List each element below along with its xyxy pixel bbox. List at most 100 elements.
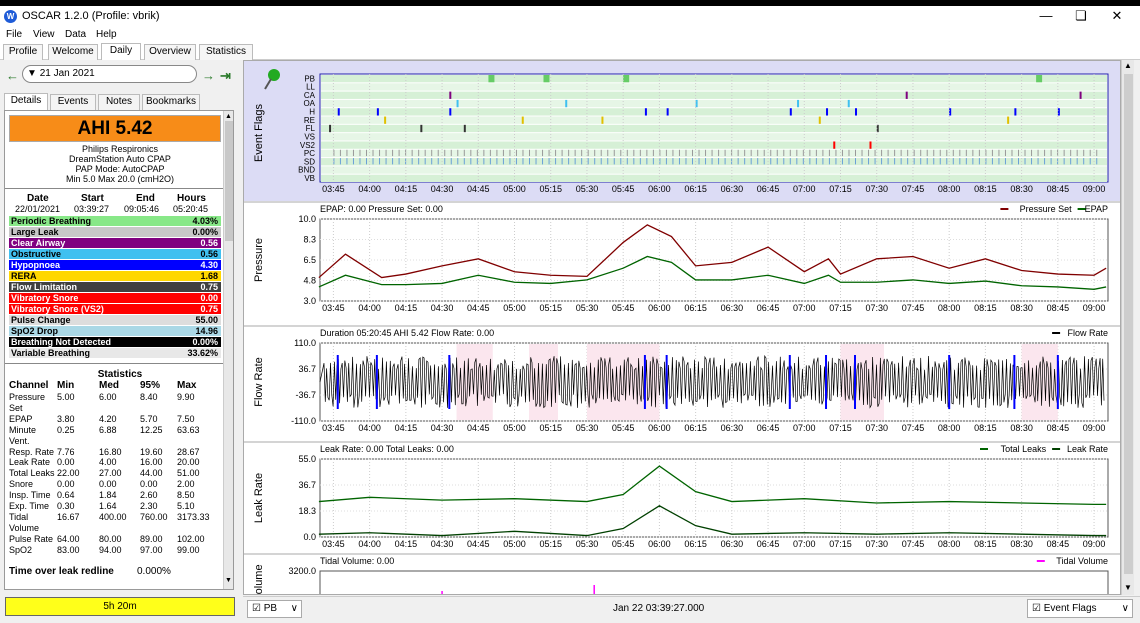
- flag-mark: [692, 158, 694, 165]
- time-tick-label: 05:15: [539, 303, 562, 313]
- flag-mark: [894, 149, 896, 157]
- event-value: 4.30: [200, 260, 218, 270]
- event-summary-row[interactable]: Flow Limitation 0.75: [9, 282, 221, 292]
- event-summary-row[interactable]: Periodic Breathing 4.03%: [9, 216, 221, 226]
- scroll-down-icon[interactable]: ▼: [1124, 583, 1132, 592]
- flag-mark: [1076, 149, 1078, 157]
- event-name: Vibratory Snore: [11, 293, 79, 303]
- flag-mark: [698, 149, 700, 157]
- session-header-hours: Hours: [177, 193, 206, 204]
- flag-mark: [385, 158, 387, 165]
- subtab-bookmarks[interactable]: Bookmarks: [142, 94, 200, 110]
- prev-day-icon[interactable]: ←: [6, 68, 19, 83]
- event-summary-row[interactable]: Vibratory Snore (VS2) 0.75: [9, 304, 221, 314]
- event-summary-row[interactable]: Pulse Change 55.00: [9, 315, 221, 325]
- stats-header-med: Med: [99, 380, 119, 391]
- flag-mark: [881, 149, 883, 157]
- y-tick-label: -110.0: [291, 416, 316, 426]
- tab-daily[interactable]: Daily: [101, 43, 141, 60]
- stats-cell-p95: 16.00: [140, 457, 163, 468]
- event-summary-row[interactable]: Obstructive 0.56: [9, 249, 221, 259]
- stats-cell-p95: 5.70: [140, 413, 158, 424]
- event-summary-row[interactable]: Clear Airway 0.56: [9, 238, 221, 248]
- tab-overview[interactable]: Overview: [144, 44, 196, 60]
- event-summary-row[interactable]: Breathing Not Detected 0.00%: [9, 337, 221, 347]
- minimize-button[interactable]: —: [1036, 8, 1056, 24]
- flag-mark: [555, 158, 557, 165]
- charts-svg[interactable]: PBLLCAOAHREFLVSVS2PCSDBNDVB03:45 04:00 04:…: [244, 61, 1121, 595]
- time-tick-label: 08:15: [974, 539, 997, 549]
- scroll-down-icon[interactable]: ▼: [225, 577, 232, 584]
- time-tick-label: 04:15: [395, 184, 418, 194]
- date-picker[interactable]: ▼ 21 Jan 2021: [22, 65, 197, 83]
- stats-cell-c: Set: [9, 402, 23, 413]
- event-name: Large Leak: [11, 227, 59, 237]
- stats-cell-max: 8.50: [177, 490, 195, 501]
- subtab-details[interactable]: Details: [4, 93, 48, 110]
- flag-mark: [418, 149, 420, 157]
- daily-charts[interactable]: PB LL CA OA H RE FL VS VS2 PC SD BND VB 03:45 04:00 04:…: [243, 60, 1121, 595]
- scroll-thumb[interactable]: [225, 121, 233, 241]
- flag-select[interactable]: ☑ PB ∨: [247, 600, 302, 618]
- y-tick-label: 4.8: [303, 276, 316, 286]
- close-button[interactable]: ✕: [1107, 8, 1127, 24]
- flag-mark: [1070, 158, 1072, 165]
- event-summary-row[interactable]: RERA 1.68: [9, 271, 221, 281]
- time-tick-label: 08:00: [938, 303, 961, 313]
- flag-mark: [776, 158, 778, 165]
- flag-mark: [1014, 108, 1017, 116]
- last-day-icon[interactable]: ⇥: [220, 68, 231, 84]
- time-tick-label: 05:45: [612, 184, 635, 194]
- time-tick-label: 07:15: [829, 303, 852, 313]
- event-summary-row[interactable]: Vibratory Snore 0.00: [9, 293, 221, 303]
- graph-select[interactable]: ☑ Event Flags ∨: [1027, 599, 1133, 618]
- flag-mark: [488, 75, 495, 83]
- flag-mark: [574, 158, 576, 165]
- stats-cell-p95: 97.00: [140, 544, 163, 555]
- flag-mark: [1011, 158, 1013, 165]
- scroll-up-icon[interactable]: ▲: [1124, 61, 1132, 70]
- event-summary-row[interactable]: Hypopnoea 4.30: [9, 260, 221, 270]
- flag-mark: [652, 149, 654, 157]
- flag-mark: [705, 158, 707, 165]
- time-tick-label: 08:45: [1047, 423, 1070, 433]
- details-scrollbar[interactable]: ▲ ▼: [223, 111, 233, 589]
- scroll-up-icon[interactable]: ▲: [225, 113, 232, 120]
- tab-welcome[interactable]: Welcome: [48, 44, 98, 60]
- stats-cell-c: Pulse Rate: [9, 533, 54, 544]
- flag-mark: [698, 158, 700, 165]
- event-value: 55.00: [195, 315, 218, 325]
- menu-help[interactable]: Help: [96, 29, 117, 40]
- flag-mark: [509, 158, 511, 165]
- next-day-icon[interactable]: →: [202, 68, 215, 83]
- session-header-start: Start: [81, 193, 104, 204]
- event-summary-row[interactable]: SpO2 Drop 14.96: [9, 326, 221, 336]
- flag-mark: [1083, 158, 1085, 165]
- menu-data[interactable]: Data: [65, 29, 86, 40]
- subtab-events[interactable]: Events: [50, 94, 96, 110]
- time-tick-label: 06:00: [648, 423, 671, 433]
- subtab-notes[interactable]: Notes: [98, 94, 140, 110]
- menu-file[interactable]: File: [6, 29, 22, 40]
- flag-mark: [847, 99, 850, 108]
- tab-profile[interactable]: Profile: [3, 44, 43, 60]
- time-tick-label: 08:15: [974, 184, 997, 194]
- stats-cell-med: 80.00: [99, 533, 122, 544]
- flag-mark: [352, 149, 354, 157]
- charts-scrollbar[interactable]: ▲ ▼: [1121, 60, 1134, 595]
- flag-mark: [809, 158, 811, 165]
- maximize-button[interactable]: ❏: [1071, 8, 1091, 24]
- flag-mark: [1096, 149, 1098, 157]
- tab-statistics[interactable]: Statistics: [199, 44, 253, 60]
- checkbox-icon[interactable]: ☑: [1032, 603, 1041, 614]
- menu-view[interactable]: View: [33, 29, 55, 40]
- flag-mark: [757, 158, 759, 165]
- stats-cell-max: 28.67: [177, 446, 200, 457]
- flag-mark: [822, 158, 824, 165]
- time-tick-label: 08:30: [1010, 423, 1033, 433]
- event-summary-row[interactable]: Variable Breathing 33.62%: [9, 348, 221, 358]
- checkbox-icon[interactable]: ☑: [252, 603, 261, 614]
- time-tick-label: 07:00: [793, 303, 816, 313]
- event-summary-row[interactable]: Large Leak 0.00%: [9, 227, 221, 237]
- scroll-thumb[interactable]: [1124, 74, 1133, 574]
